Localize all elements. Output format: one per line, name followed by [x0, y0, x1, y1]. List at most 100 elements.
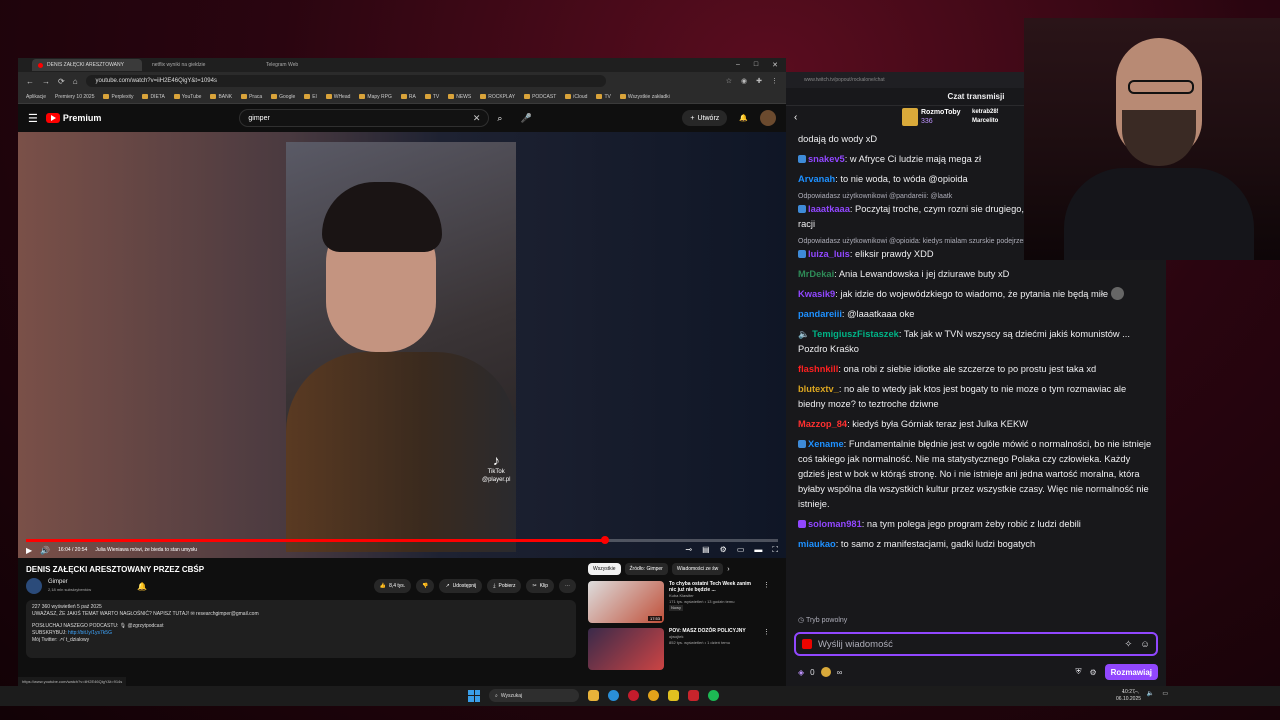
file-explorer-icon[interactable] — [588, 690, 599, 701]
progress-bar[interactable] — [26, 536, 778, 544]
close-icon[interactable]: ✕ — [772, 61, 778, 69]
subtitles-icon[interactable]: ▤ — [702, 545, 710, 555]
chat-username[interactable]: MrDekai — [798, 269, 834, 279]
clip-button[interactable]: ✂ Klip — [526, 579, 554, 593]
channel-points-icon[interactable]: ◈ — [798, 668, 804, 677]
more-dots-icon[interactable]: ⋮ — [763, 581, 770, 623]
chat-username[interactable]: Xename — [808, 439, 844, 449]
chat-username[interactable]: pandareiii — [798, 309, 842, 319]
chat-username[interactable]: miaukao — [798, 539, 836, 549]
channel-avatar[interactable] — [26, 578, 42, 594]
bookmark[interactable]: Premiery 10 2025 — [55, 94, 94, 100]
chip-source[interactable]: Źródło: Gimper — [624, 563, 668, 575]
bookmark[interactable]: YouTube — [173, 94, 201, 100]
send-button[interactable]: Rozmawiaj — [1104, 664, 1158, 680]
bookmark[interactable]: RA — [400, 94, 416, 100]
url-field[interactable]: youtube.com/watch?v=iiH2E46QigY&t=1094s — [85, 75, 606, 87]
bookmark[interactable]: Perplexity — [103, 94, 133, 100]
bookmark[interactable]: iCloud — [565, 94, 587, 100]
bookmark[interactable]: ROCKPLAY — [480, 94, 515, 100]
spotify-icon[interactable] — [708, 690, 719, 701]
tab-netflix[interactable]: netflix wyniki na giełdzie — [146, 59, 256, 71]
miniplayer-icon[interactable]: ▭ — [737, 545, 745, 555]
coin-icon[interactable] — [820, 667, 831, 677]
app-icon[interactable] — [668, 690, 679, 701]
menu-dots-icon[interactable]: ⋮ — [771, 77, 778, 85]
dislike-button[interactable]: 👎 — [416, 579, 435, 593]
search-input[interactable]: gimper ✕ — [239, 109, 490, 127]
channel-name[interactable]: Gimper — [48, 579, 68, 585]
bookmark[interactable]: TV — [424, 94, 439, 100]
tab-youtube[interactable]: DENIS ZAŁĘCKI ARESZTOWANY — [32, 59, 142, 71]
all-bookmarks[interactable]: Wszystkie zakładki — [619, 94, 670, 100]
share-button[interactable]: ↗ Udostępnij — [439, 579, 483, 593]
youtube-logo[interactable]: Premium — [45, 113, 101, 123]
subscribe-link[interactable]: http://bit.ly/1ys7k5G — [68, 630, 112, 636]
chevron-right-icon[interactable]: › — [727, 566, 729, 573]
bookmark[interactable]: DIETA — [142, 94, 165, 100]
star-icon[interactable]: ☆ — [726, 77, 732, 85]
bookmark[interactable]: Mapy RPG — [359, 94, 392, 100]
chat-input[interactable]: Wyślij wiadomość ✧ ☺ — [794, 632, 1158, 656]
subscribed-bell-icon[interactable]: 🔔 — [137, 582, 147, 591]
bookmark[interactable]: Aplikacje — [26, 94, 46, 100]
recommendation-item[interactable]: POV: MASZ DOZÓR POLICYJNY ojwojtek 852 t… — [588, 628, 770, 670]
avatar[interactable] — [760, 110, 776, 126]
theater-icon[interactable]: ▬ — [754, 545, 762, 555]
gifter-list[interactable]: ketrab28! Marcelito — [972, 108, 999, 126]
like-button[interactable]: 👍 8,4 tys. — [373, 579, 412, 593]
chat-username[interactable]: laaatkaaa — [808, 204, 850, 214]
chat-username[interactable]: soloman981 — [808, 519, 862, 529]
bookmark[interactable]: Praca — [241, 94, 262, 100]
chat-username[interactable]: TemigiuszFistaszek — [812, 329, 899, 339]
description-box[interactable]: 227 360 wyświetleń 5 paź 2025 UWAŻASZ, Ż… — [26, 600, 576, 658]
taskbar-search[interactable]: ⌕ Wyszukaj — [489, 689, 579, 702]
chevron-left-icon[interactable]: ‹ — [794, 112, 797, 123]
settings-gear-icon[interactable]: ⚙ — [1089, 668, 1096, 677]
minimize-icon[interactable]: – — [736, 61, 740, 69]
bookmark[interactable]: PODCAST — [524, 94, 556, 100]
bookmark[interactable]: NEWS — [448, 94, 471, 100]
more-dots-icon[interactable]: ⋮ — [763, 628, 770, 670]
back-icon[interactable]: ← — [26, 77, 34, 86]
video-thumbnail[interactable]: 17:53 — [588, 581, 664, 623]
chat-username[interactable]: snakev5 — [808, 154, 845, 164]
app-icon[interactable] — [688, 690, 699, 701]
puzzle-icon[interactable]: ✚ — [756, 77, 762, 85]
clock[interactable]: 10:27 06.10.2025 — [1116, 689, 1141, 703]
bookmark[interactable]: Google — [271, 94, 295, 100]
top-gifter[interactable]: RozmoToby 336 — [902, 108, 961, 126]
emote-picker-icon[interactable]: ☺ — [1140, 639, 1150, 650]
create-button[interactable]: + Utwórz — [682, 110, 728, 126]
home-icon[interactable]: ⌂ — [73, 77, 78, 86]
autoplay-toggle-icon[interactable]: ⊸ — [685, 545, 692, 555]
bookmark[interactable]: BANK — [210, 94, 232, 100]
chat-username[interactable]: Arvanah — [798, 174, 835, 184]
chat-username[interactable]: Kwasik9 — [798, 289, 835, 299]
search-icon[interactable]: ⌕ — [497, 113, 502, 124]
download-button[interactable]: ⤓ Pobierz — [487, 579, 522, 593]
forward-icon[interactable]: → — [42, 77, 50, 86]
badge-icon[interactable] — [802, 639, 812, 649]
settings-gear-icon[interactable]: ⚙ — [720, 545, 727, 555]
reload-icon[interactable]: ⟳ — [58, 77, 65, 86]
battery-icon[interactable]: ▭ — [1162, 690, 1168, 697]
chat-username[interactable]: Mazzop_84 — [798, 419, 847, 429]
video-player[interactable]: ♪ TikTok @player.pl ▶ 🔊 16:04 / 20:54 Ju… — [18, 132, 786, 558]
maximize-icon[interactable]: □ — [754, 61, 758, 69]
edge-icon[interactable] — [608, 690, 619, 701]
windows-start-icon[interactable] — [468, 689, 480, 702]
clear-search-icon[interactable]: ✕ — [473, 113, 481, 124]
bits-icon[interactable]: ✧ — [1124, 639, 1132, 650]
chapter-title[interactable]: Julia Wieniawa mówi, że bieda to stan um… — [95, 547, 197, 553]
recommendation-title[interactable]: To chyba ostatni Tech Week zanim nic już… — [669, 581, 758, 593]
video-thumbnail[interactable] — [588, 628, 664, 670]
chat-username[interactable]: flashnkill — [798, 364, 838, 374]
notifications-bell-icon[interactable]: 🔔 — [739, 114, 748, 122]
play-icon[interactable]: ▶ — [26, 546, 32, 555]
bookmark[interactable]: WHead — [325, 94, 350, 100]
microphone-icon[interactable]: 🎤 — [520, 113, 531, 124]
chip-news[interactable]: Wiadomości ze św — [671, 563, 724, 575]
hamburger-menu-icon[interactable]: ☰ — [28, 112, 38, 125]
shield-icon[interactable]: ⛨ — [1075, 667, 1081, 677]
